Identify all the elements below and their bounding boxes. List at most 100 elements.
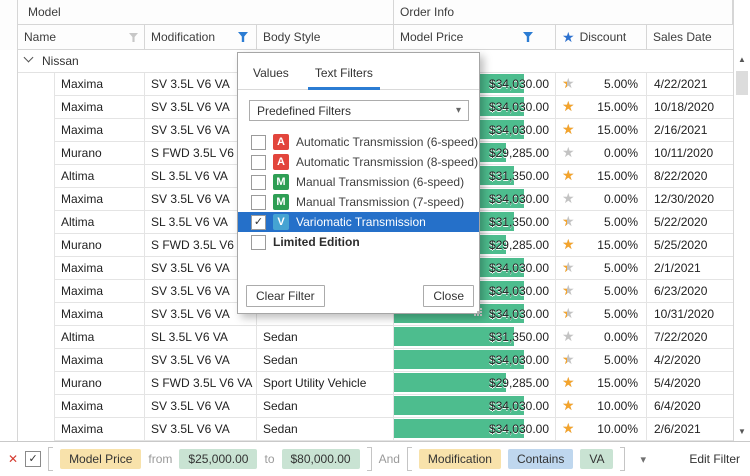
- transmission-badge-icon: M: [273, 194, 289, 210]
- column-header-discount[interactable]: ★ Discount: [556, 25, 647, 50]
- star-orange-icon: ★: [562, 372, 575, 393]
- star-icon: ★: [562, 29, 575, 45]
- scroll-up-icon[interactable]: ▲: [734, 51, 750, 68]
- cell-discount: ★★15.00%: [556, 234, 647, 257]
- filter-value-to[interactable]: $80,000.00: [282, 449, 360, 469]
- tab-text-filters[interactable]: Text Filters: [313, 66, 375, 89]
- row-indicator-header: [0, 0, 18, 25]
- filter-icon-modification[interactable]: [238, 32, 248, 42]
- column-header-modification[interactable]: Modification: [145, 25, 257, 50]
- star-orange-icon: ★: [562, 73, 567, 94]
- price-text: $34,030.00: [394, 395, 549, 417]
- table-row[interactable]: MaximaSV 3.5L V6 VASedan$34,030.00$34,03…: [0, 395, 750, 418]
- star-orange-icon: ★: [562, 165, 575, 186]
- cell-discount: ★★10.00%: [556, 418, 647, 441]
- filter-list-item[interactable]: MManual Transmission (6-speed): [238, 172, 479, 192]
- table-row[interactable]: AltimaSL 3.5L V6 VASedan$31,350.00$31,35…: [0, 326, 750, 349]
- filter-icon-inactive[interactable]: [129, 33, 138, 42]
- row-indicator: [0, 96, 18, 119]
- column-header-model-price[interactable]: Model Price: [394, 25, 556, 50]
- row-indicator: [0, 395, 18, 418]
- filter-operator-contains[interactable]: Contains: [508, 449, 573, 469]
- rating-star-icon: ★★: [562, 372, 578, 394]
- cell-discount: ★★15.00%: [556, 96, 647, 119]
- rating-star-icon: ★★: [562, 303, 578, 325]
- filter-list-item[interactable]: AAutomatic Transmission (6-speed): [238, 132, 479, 152]
- cell-name: Maxima: [55, 188, 145, 211]
- table-row[interactable]: MaximaSV 3.5L V6 VASedan$34,030.00$34,03…: [0, 349, 750, 372]
- filter-list-item[interactable]: AAutomatic Transmission (8-speed): [238, 152, 479, 172]
- column-header-name-label: Name: [24, 30, 56, 44]
- bracket-open: [407, 447, 412, 471]
- filter-field-model-price[interactable]: Model Price: [60, 449, 141, 469]
- row-indicator: [0, 372, 18, 395]
- bracket-open: [48, 447, 53, 471]
- cell-discount: ★★5.00%: [556, 280, 647, 303]
- cell-name: Altima: [55, 165, 145, 188]
- remove-filter-icon[interactable]: ✕: [8, 452, 18, 466]
- row-indicator: [0, 326, 18, 349]
- rating-star-icon: ★★: [562, 349, 578, 371]
- filter-icon-model-price[interactable]: [523, 32, 533, 42]
- edit-filter-button[interactable]: Edit Filter: [689, 452, 740, 466]
- filter-list-item[interactable]: ✓VVariomatic Transmission: [238, 212, 479, 232]
- cell-name: Altima: [55, 326, 145, 349]
- cell-sales-date: 10/11/2020: [647, 142, 733, 165]
- group-indent: [18, 165, 55, 188]
- filter-list-item[interactable]: Limited Edition: [238, 232, 479, 252]
- checkbox[interactable]: ✓: [251, 215, 266, 230]
- scroll-down-icon[interactable]: ▼: [734, 423, 750, 440]
- filter-value-va[interactable]: VA: [580, 449, 613, 469]
- filter-word-from: from: [148, 452, 172, 466]
- cell-sales-date: 4/22/2021: [647, 73, 733, 96]
- group-indent: [18, 234, 55, 257]
- cell-model-price: $34,030.00$34,030.00: [394, 349, 556, 372]
- filter-list-item[interactable]: MManual Transmission (7-speed): [238, 192, 479, 212]
- resize-grip[interactable]: [474, 308, 476, 310]
- checkbox[interactable]: [251, 235, 266, 250]
- star-orange-icon: ★: [562, 257, 567, 278]
- column-header-discount-label: Discount: [580, 30, 627, 44]
- band-model[interactable]: Model: [18, 0, 394, 25]
- cell-modification: SV 3.5L V6 VA: [145, 349, 257, 372]
- transmission-badge-icon: A: [273, 134, 289, 150]
- cell-discount: ★★0.00%: [556, 188, 647, 211]
- band-order-info[interactable]: Order Info: [394, 0, 733, 25]
- cell-discount: ★★15.00%: [556, 165, 647, 188]
- data-grid-window: Model Order Info Name Modification Body …: [0, 0, 750, 476]
- cell-name: Altima: [55, 211, 145, 234]
- column-header-sales-date[interactable]: Sales Date: [647, 25, 733, 50]
- checkbox[interactable]: [251, 175, 266, 190]
- cell-body-style: Sedan: [257, 326, 394, 349]
- chevron-down-icon[interactable]: [24, 53, 34, 63]
- filter-value-from[interactable]: $25,000.00: [179, 449, 257, 469]
- cell-sales-date: 6/4/2020: [647, 395, 733, 418]
- transmission-badge-icon: A: [273, 154, 289, 170]
- row-indicator: [0, 234, 18, 257]
- column-header-name[interactable]: Name: [18, 25, 145, 50]
- tab-values[interactable]: Values: [251, 66, 291, 89]
- filter-field-modification[interactable]: Modification: [419, 449, 501, 469]
- rating-star-icon: ★★: [562, 119, 578, 141]
- row-indicator: [0, 257, 18, 280]
- cell-sales-date: 4/2/2020: [647, 349, 733, 372]
- rating-star-icon: ★★: [562, 395, 578, 417]
- bracket-close: [620, 447, 625, 471]
- checkbox[interactable]: [251, 195, 266, 210]
- checkbox[interactable]: [251, 135, 266, 150]
- predefined-filters-combobox[interactable]: Predefined Filters ▾: [249, 100, 469, 121]
- checkbox[interactable]: [251, 155, 266, 170]
- close-button[interactable]: Close: [423, 285, 474, 307]
- clear-filter-button[interactable]: Clear Filter: [246, 285, 325, 307]
- cell-sales-date: 2/1/2021: [647, 257, 733, 280]
- column-header-body-style[interactable]: Body Style: [257, 25, 394, 50]
- scrollbar-thumb[interactable]: [736, 71, 748, 95]
- chevron-down-icon[interactable]: ▾: [640, 453, 646, 466]
- cell-discount: ★★5.00%: [556, 303, 647, 326]
- cell-sales-date: 10/18/2020: [647, 96, 733, 119]
- vertical-scrollbar[interactable]: ▲ ▼: [733, 0, 750, 441]
- table-row[interactable]: MuranoS FWD 3.5L V6 VASport Utility Vehi…: [0, 372, 750, 395]
- row-indicator: [0, 211, 18, 234]
- table-row[interactable]: MaximaSV 3.5L V6 VASedan$34,030.00$34,03…: [0, 418, 750, 441]
- filter-enabled-checkbox[interactable]: ✓: [25, 451, 41, 467]
